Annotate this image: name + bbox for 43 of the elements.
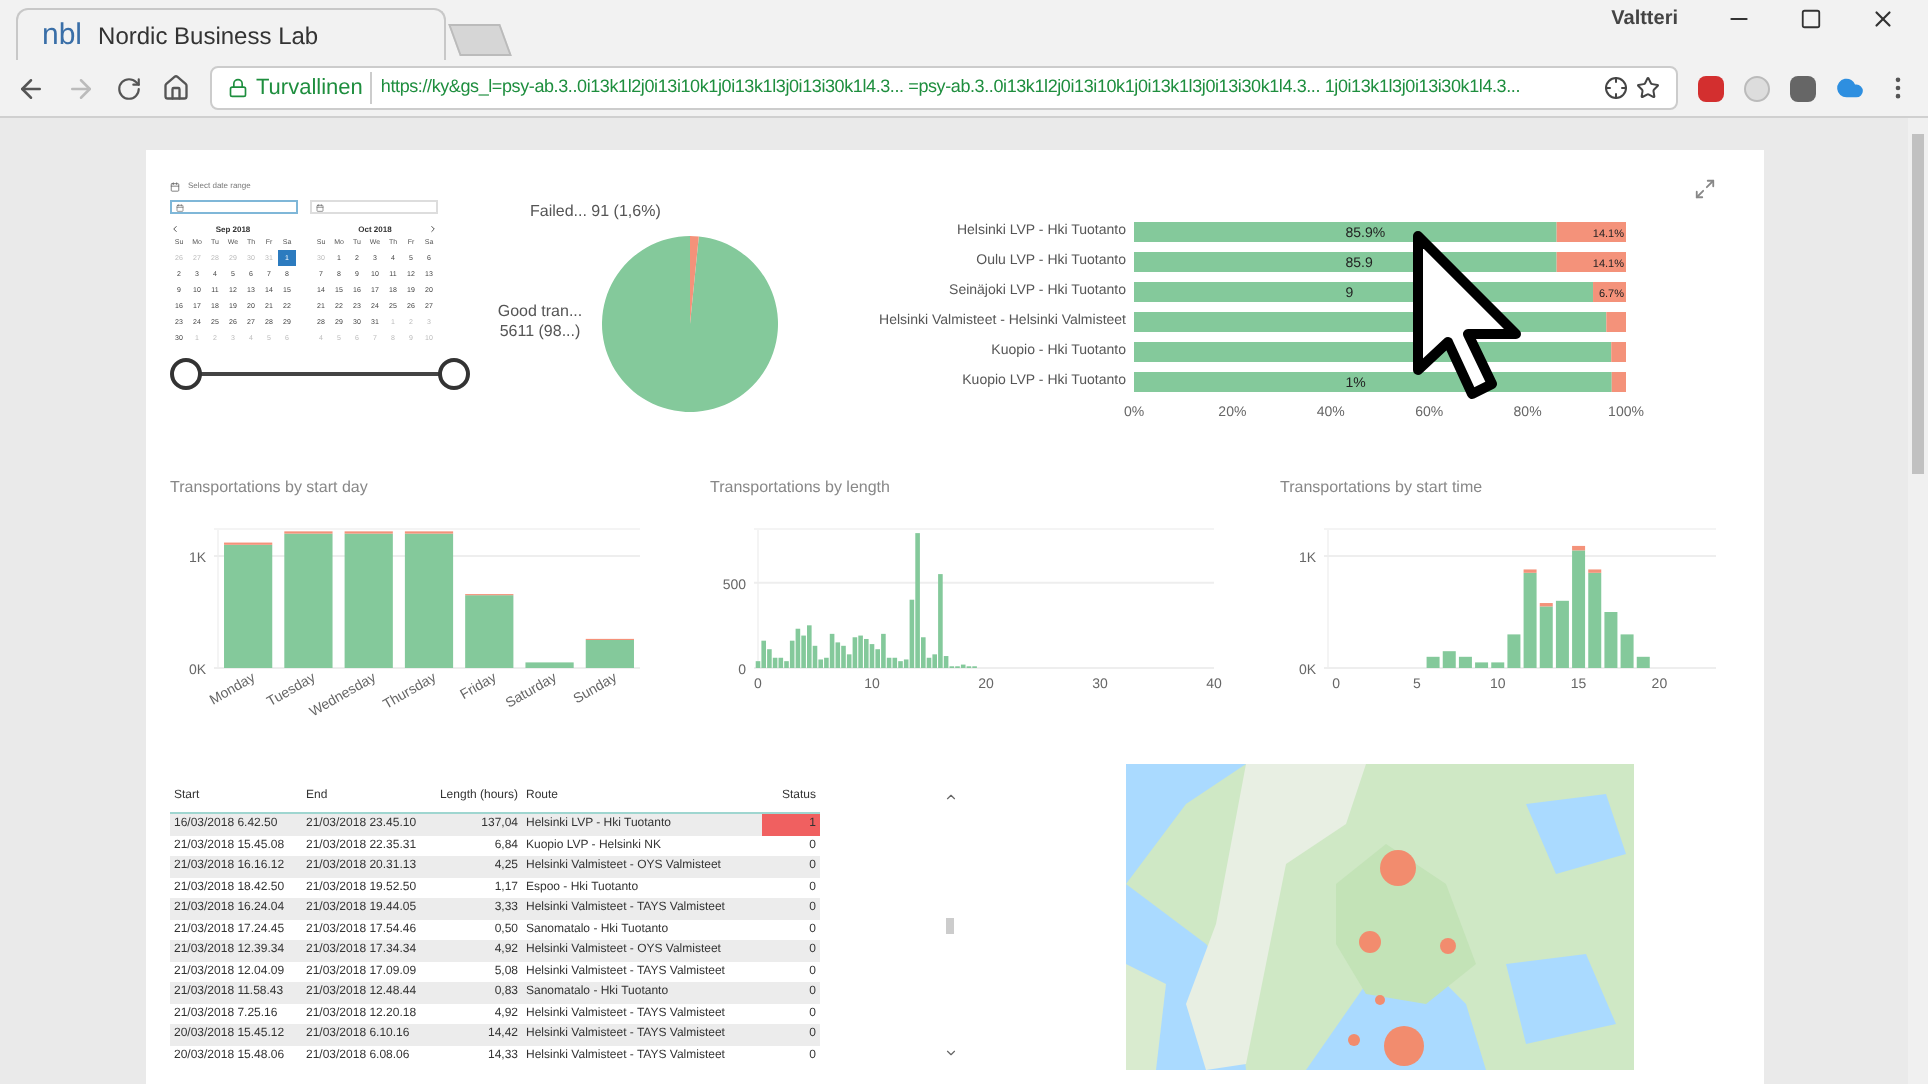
- close-icon[interactable]: [1870, 5, 1896, 31]
- next-month-icon[interactable]: [428, 224, 438, 234]
- user-name: Valtteri: [1611, 5, 1678, 33]
- scroll-down-icon[interactable]: [943, 1046, 957, 1060]
- tab-logo: nbl: [42, 20, 83, 50]
- range-slider[interactable]: [170, 358, 470, 390]
- browser-tab[interactable]: nbl Nordic Business Lab: [16, 8, 446, 60]
- chart-title: Transportations by start time: [1280, 476, 1485, 500]
- slider-start-handle[interactable]: [170, 358, 202, 390]
- page-scrollbar[interactable]: [1908, 118, 1928, 1084]
- previous-month-icon[interactable]: [170, 224, 180, 234]
- calendar-icon: [176, 203, 184, 211]
- url-text: https://ky&gs_l=psy-ab.3..0i13k1l2j0i13i10k1j0i13k1l3j0i13i30k1l4.3... =psy-ab.3..0i13k1l2j0i13i10k1j0i13k1l3j0i13i30k1l4.3... 1j0i13k1l3j0i13i30k1l4.3...: [380, 74, 1523, 101]
- calendar-icon: [316, 203, 324, 211]
- tab-title: Nordic Business Lab: [98, 19, 319, 53]
- start-date-field[interactable]: [170, 200, 298, 214]
- reload-icon[interactable]: [116, 75, 142, 101]
- focus-mode-icon[interactable]: [1694, 178, 1716, 200]
- lock-icon: [228, 78, 248, 98]
- pie-label: Failed... 91 (1,6%): [530, 200, 661, 224]
- chart-title: Transportations by length: [710, 476, 892, 500]
- address-bar[interactable]: Turvallinen https://ky&gs_l=psy-ab.3..0i13k1l2j0i13i10k1j0i13k1l3j0i13i30k1l4.3... =psy-ab.3..0i13k1l2j0i13i10k1j0i13k1l3j0i13i30k1l4.3... 1j0i13k1l3j0i13i30k1l4.3...: [210, 66, 1678, 110]
- cloud-icon[interactable]: [1836, 74, 1864, 102]
- scroll-thumb[interactable]: [946, 917, 954, 933]
- mouse-cursor-icon: [1412, 230, 1524, 402]
- back-icon[interactable]: [16, 73, 46, 103]
- slider-end-handle[interactable]: [438, 358, 470, 390]
- security-label: Turvallinen: [256, 71, 373, 105]
- bar: [525, 662, 574, 668]
- end-date-field[interactable]: [310, 200, 438, 214]
- extension-icon[interactable]: [1790, 75, 1816, 101]
- chart-title: Transportations by start day: [170, 476, 370, 500]
- bookmark-star-icon[interactable]: [1636, 76, 1660, 100]
- calendar-icon: [170, 181, 180, 191]
- scrollbar[interactable]: [944, 790, 956, 1060]
- page-scroll-thumb[interactable]: [1912, 134, 1924, 474]
- extension-icon[interactable]: [1698, 75, 1724, 101]
- maximize-icon[interactable]: [1800, 7, 1822, 29]
- home-icon[interactable]: [162, 74, 190, 102]
- location-icon[interactable]: [1604, 76, 1628, 100]
- scroll-up-icon[interactable]: [943, 790, 957, 804]
- pie-label: Good tran...: [497, 302, 583, 322]
- pie-label: 5611 (98...): [499, 322, 581, 342]
